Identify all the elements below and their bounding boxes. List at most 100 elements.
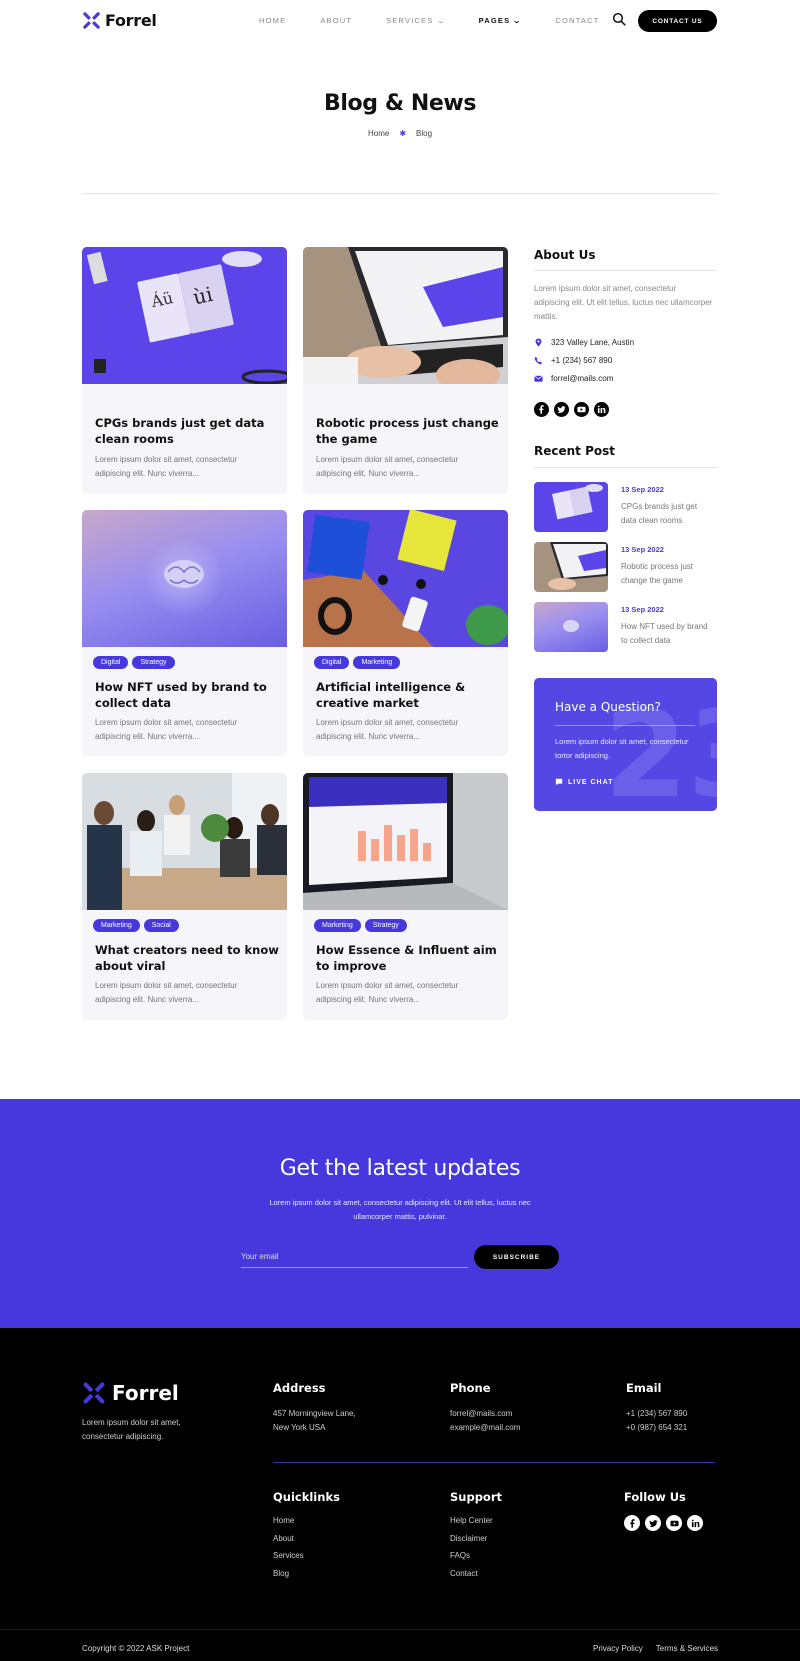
logo-icon [83,1382,105,1404]
post-title[interactable]: Robotic process just change the game [316,415,501,447]
footer-link-help-center[interactable]: Help Center [450,1516,493,1534]
footer-link-services[interactable]: Services [273,1551,304,1569]
logo[interactable]: Forrel [82,11,157,30]
live-chat-link[interactable]: LIVE CHAT [555,778,613,786]
youtube-icon[interactable] [666,1515,682,1531]
support-list: Help Center Disclaimer FAQs Contact [450,1516,493,1586]
tag[interactable]: Digital [93,656,129,669]
post-image-brain [82,510,287,647]
recent-post-thumbnail [534,542,608,592]
footer-phone-line[interactable]: forrel@mails.com [450,1407,520,1421]
phone-text[interactable]: +1 (234) 567 890 [551,356,612,365]
twitter-icon[interactable] [554,402,569,417]
recent-post-item[interactable]: 13 Sep 2022 CPGs brands just get data cl… [534,482,717,532]
email-text[interactable]: forrel@mails.com [551,374,613,383]
follow-us-heading: Follow Us [624,1490,686,1504]
post-title[interactable]: What creators need to know about viral [95,942,280,974]
subscribe-button[interactable]: SUBSCRIBE [474,1245,559,1269]
blog-card[interactable]: Digital Strategy How NFT used by brand t… [82,510,287,756]
tag[interactable]: Strategy [132,656,175,669]
tag[interactable]: Digital [314,656,350,669]
footer-email-heading: Email [626,1381,662,1395]
footer-link-contact[interactable]: Contact [450,1569,493,1587]
address-text: 323 Valley Lane, Austin [551,338,635,347]
twitter-icon[interactable] [645,1515,661,1531]
recent-post-date: 13 Sep 2022 [621,485,664,494]
footer-link-home[interactable]: Home [273,1516,304,1534]
logo-text: Forrel [105,11,157,30]
nav-home-label: Home [259,16,287,25]
about-us-heading: About Us [534,248,596,262]
divider [555,725,695,726]
footer-logo[interactable]: Forrel [82,1381,179,1405]
privacy-policy-link[interactable]: Privacy Policy [593,1644,643,1653]
post-tags: Marketing Social [93,919,179,932]
recent-post-item[interactable]: 13 Sep 2022 How NFT used by brand to col… [534,602,717,652]
footer-divider [273,1462,715,1463]
youtube-icon[interactable] [574,402,589,417]
recent-post-item[interactable]: 13 Sep 2022 Robotic process just change … [534,542,717,592]
footer-phone: forrel@mails.com example@mail.com [450,1407,520,1435]
post-title[interactable]: How NFT used by brand to collect data [95,679,280,711]
linkedin-icon[interactable] [594,402,609,417]
footer-address-heading: Address [273,1381,326,1395]
recent-post-title[interactable]: How NFT used by brand to collect data [621,620,711,648]
recent-post-title[interactable]: Robotic process just change the game [621,560,711,588]
contact-us-button[interactable]: Contact Us [638,10,717,32]
post-title[interactable]: Artificial intelligence & creative marke… [316,679,501,711]
nav-pages[interactable]: Pages ⌄ [479,16,522,25]
phone-row: +1 (234) 567 890 [534,356,612,365]
nav-about[interactable]: About [320,16,352,25]
blog-card[interactable]: Marketing Strategy How Essence & Influen… [303,773,508,1020]
divider [534,467,717,468]
chat-icon [555,778,563,786]
footer-email-line[interactable]: +1 (234) 567 890 [626,1407,687,1421]
nav-about-label: About [320,16,353,25]
support-heading: Support [450,1490,503,1504]
linkedin-icon[interactable] [687,1515,703,1531]
footer-link-about[interactable]: About [273,1534,304,1552]
post-image-desk [303,510,508,647]
post-excerpt: Lorem ipsum dolor sit amet, consectetur … [316,455,459,478]
facebook-icon[interactable] [624,1515,640,1531]
footer-link-disclaimer[interactable]: Disclaimer [450,1534,493,1552]
breadcrumb-home[interactable]: Home [368,129,389,138]
mail-icon [534,375,543,382]
copyright-text: Copyright © 2022 ASK Project [82,1644,190,1653]
post-tags: Digital Marketing [314,656,401,669]
post-excerpt: Lorem ipsum dolor sit amet, consectetur … [95,455,238,478]
footer-link-blog[interactable]: Blog [273,1569,304,1587]
footer-phone-line[interactable]: example@mail.com [450,1421,520,1435]
tag[interactable]: Marketing [93,919,140,932]
legal-links: Privacy Policy Terms & Services [593,1644,718,1653]
tag[interactable]: Marketing [314,919,361,932]
breadcrumb-separator-icon: ✱ [399,129,407,138]
facebook-icon[interactable] [534,402,549,417]
recent-post-title[interactable]: CPGs brands just get data clean rooms [621,500,711,528]
search-icon[interactable] [612,12,626,26]
terms-link[interactable]: Terms & Services [656,1644,718,1653]
footer-link-faqs[interactable]: FAQs [450,1551,493,1569]
blog-card[interactable]: Digital Marketing Artificial intelligenc… [303,510,508,756]
nav-contact-label: Contact [555,16,600,25]
nav-services[interactable]: Services ⌄ [386,16,444,25]
tag[interactable]: Social [143,919,179,932]
quicklinks-heading: Quicklinks [273,1490,340,1504]
post-title[interactable]: How Essence & Influent aim to improve [316,942,501,974]
tag[interactable]: Strategy [364,919,407,932]
post-image-meeting [82,773,287,910]
footer-email-line[interactable]: +0 (987) 654 321 [626,1421,687,1435]
post-excerpt: Lorem ipsum dolor sit amet, consectetur … [95,981,238,1004]
logo-icon [83,12,100,29]
tag[interactable]: Marketing [353,656,401,669]
blog-card[interactable]: Áü ùi CPGs brands just get data clean ro… [82,247,287,494]
blog-card[interactable]: Marketing Social What creators need to k… [82,773,287,1020]
footer-address-line: 457 Morningview Lane, [273,1409,356,1418]
nav-home[interactable]: Home [259,16,286,25]
nav-contact[interactable]: Contact [555,16,599,25]
post-title[interactable]: CPGs brands just get data clean rooms [95,415,280,447]
email-input[interactable] [241,1246,468,1268]
blog-card[interactable]: Robotic process just change the game Lor… [303,247,508,494]
map-pin-icon [535,338,542,347]
breadcrumb-current: Blog [416,129,433,138]
